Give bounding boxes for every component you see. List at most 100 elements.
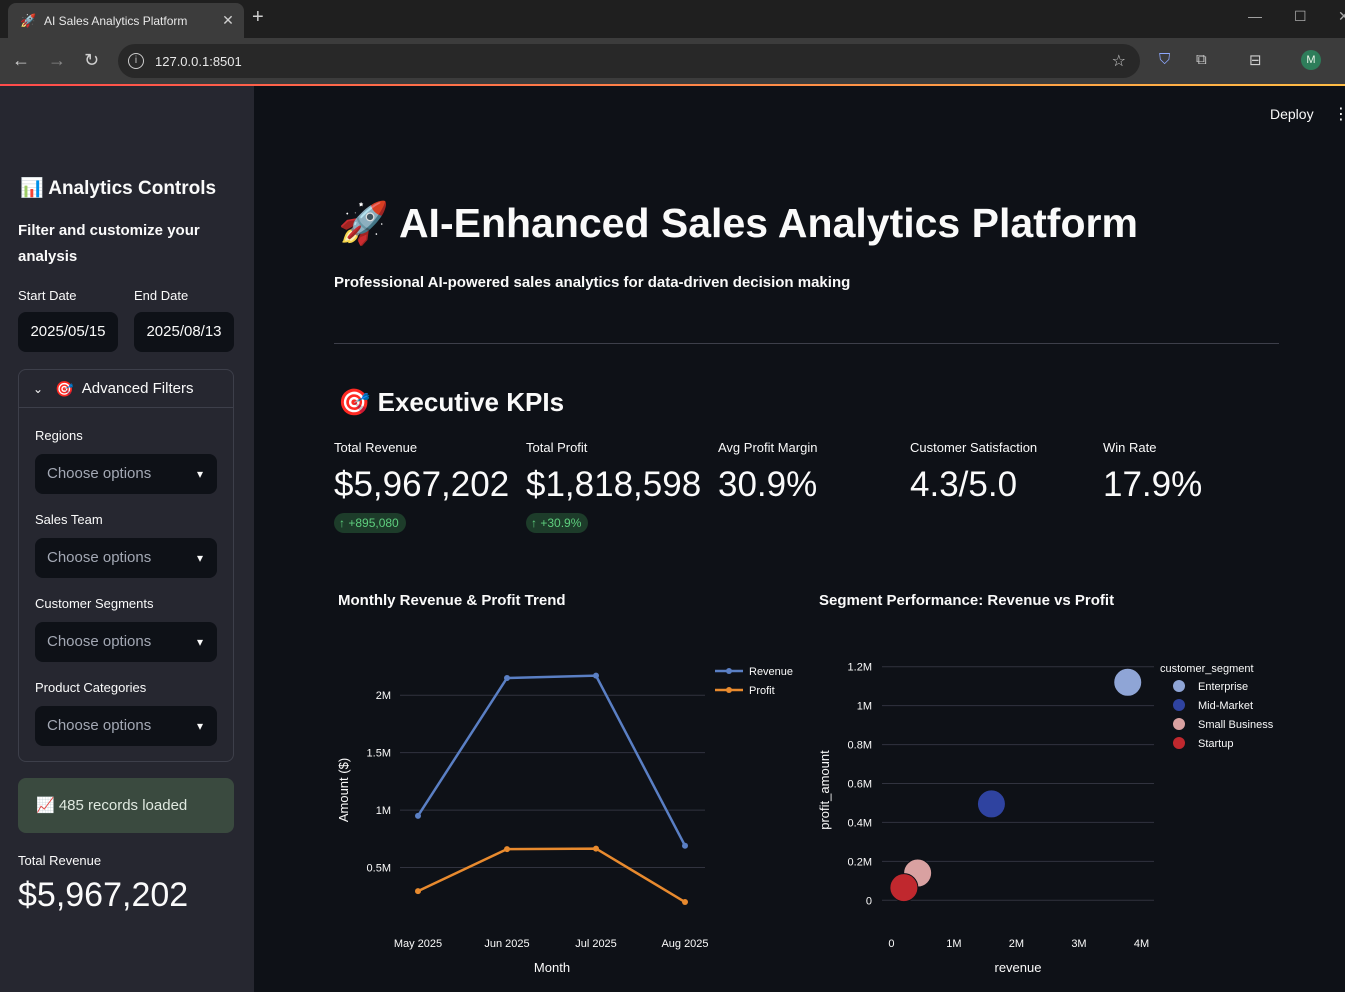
- customer-segments-multiselect[interactable]: Choose options ▾: [35, 622, 217, 662]
- data-point: [593, 672, 599, 679]
- x-tick-label: 3M: [1071, 938, 1086, 950]
- chevron-down-icon: ▾: [196, 635, 203, 649]
- extensions-puzzle-icon[interactable]: ⧉: [1196, 51, 1207, 68]
- sidebar-metric-value: $5,967,202: [18, 876, 189, 914]
- y-tick-label: 0.8M: [848, 740, 872, 752]
- main-menu-icon[interactable]: ⋮: [1333, 104, 1345, 124]
- profile-avatar[interactable]: M: [1301, 50, 1321, 70]
- regions-placeholder: Choose options: [47, 465, 152, 482]
- kpi-label: Win Rate: [1103, 440, 1157, 455]
- arrow-up-icon: ↑: [339, 516, 349, 530]
- data-point: [682, 842, 688, 849]
- legend-marker: [1173, 699, 1185, 711]
- chevron-down-icon: ⌄: [33, 381, 44, 396]
- data-point: [504, 674, 510, 681]
- y-tick-label: 0.6M: [848, 779, 872, 791]
- start-date-input[interactable]: 2025/05/15: [18, 312, 118, 352]
- customer-segments-label: Customer Segments: [35, 596, 154, 611]
- x-axis-title: revenue: [995, 960, 1042, 975]
- divider: [334, 343, 1279, 344]
- y-tick-label: 0: [866, 895, 872, 907]
- kpi-value: 30.9%: [718, 465, 818, 504]
- kpi-delta-text: +895,080: [348, 516, 399, 530]
- customer-segments-placeholder: Choose options: [47, 633, 152, 650]
- kpi-value: $5,967,202: [334, 465, 510, 504]
- address-bar[interactable]: i 127.0.0.1:8501 ☆: [118, 44, 1140, 78]
- data-point: [682, 899, 688, 906]
- data-point: [415, 812, 421, 819]
- kpi-total-profit: Total Profit $1,818,598 ↑ +30.9%: [526, 440, 701, 533]
- y-tick-label: 2M: [376, 690, 391, 702]
- kpi-value: 4.3/5.0: [910, 465, 1018, 504]
- legend-marker: [1173, 737, 1185, 749]
- kpi-delta-text: +30.9%: [540, 516, 582, 530]
- tab-title: AI Sales Analytics Platform: [44, 13, 188, 28]
- kpi-label: Customer Satisfaction: [910, 440, 1038, 455]
- close-icon[interactable]: ✕: [218, 12, 238, 29]
- kpi-delta: ↑ +895,080: [334, 513, 406, 533]
- rocket-icon: 🚀: [338, 200, 390, 246]
- legend-label: Enterprise: [1198, 681, 1248, 693]
- data-point: [593, 845, 599, 852]
- legend-label: Profit: [749, 685, 775, 697]
- end-date-input[interactable]: 2025/08/13: [134, 312, 234, 352]
- segment-scatter-chart[interactable]: 0 0.2M 0.4M 0.6M 0.8M 1M 1.2M 0 1M 2M 3M 4M revenue p…: [812, 640, 1292, 985]
- browser-toolbar: ← → ↻ i 127.0.0.1:8501 ☆ ⛉ ⧉ ⊟ M: [0, 38, 1345, 84]
- regions-multiselect[interactable]: Choose options ▾: [35, 454, 217, 494]
- records-loaded-info: 📈 485 records loaded: [18, 778, 234, 833]
- target-icon: 🎯: [338, 387, 371, 417]
- legend-marker: [1173, 680, 1185, 692]
- legend-label: Mid-Market: [1198, 700, 1253, 712]
- product-categories-placeholder: Choose options: [47, 717, 152, 734]
- legend-marker: [1173, 718, 1185, 730]
- target-icon: 🎯: [55, 380, 74, 398]
- kpi-value: $1,818,598: [526, 465, 702, 504]
- revenue-profit-line-chart[interactable]: 0.5M 1M 1.5M 2M May 2025 Jun 2025 Jul 2025 Aug …: [330, 640, 810, 985]
- sales-team-multiselect[interactable]: Choose options ▾: [35, 538, 217, 578]
- series-line-profit: [417, 847, 686, 904]
- y-tick-label: 1M: [857, 701, 872, 713]
- arrow-up-icon: ↑: [531, 516, 541, 530]
- y-tick-label: 0.2M: [848, 856, 872, 868]
- kpi-win-rate: Win Rate 17.9%: [1103, 440, 1202, 505]
- window-close-icon[interactable]: ✕: [1338, 8, 1345, 25]
- advanced-filters-header[interactable]: ⌄ 🎯 Advanced Filters: [19, 370, 233, 408]
- product-categories-multiselect[interactable]: Choose options ▾: [35, 706, 217, 746]
- x-tick-label: May 2025: [394, 938, 442, 950]
- browser-tab[interactable]: 🚀 AI Sales Analytics Platform ✕: [8, 3, 244, 38]
- x-tick-label: Aug 2025: [661, 938, 708, 950]
- legend-marker: [726, 687, 732, 693]
- tab-search-icon[interactable]: ⊟: [1249, 51, 1262, 69]
- minimize-icon[interactable]: —: [1248, 8, 1262, 24]
- bookmark-star-icon[interactable]: ☆: [1112, 51, 1126, 71]
- sidebar-subtitle: Filter and customize your analysis: [18, 222, 200, 265]
- x-tick-label: 1M: [946, 938, 961, 950]
- y-tick-label: 0.5M: [367, 863, 391, 875]
- site-info-icon[interactable]: i: [128, 53, 144, 69]
- new-tab-icon[interactable]: +: [252, 6, 264, 29]
- sidebar-title: 📊 Analytics Controls: [20, 178, 217, 199]
- x-tick-label: 0: [888, 938, 894, 950]
- back-icon[interactable]: ←: [12, 50, 30, 71]
- chevron-down-icon: ▾: [196, 719, 203, 733]
- sidebar-metric-label: Total Revenue: [18, 853, 102, 868]
- regions-label: Regions: [35, 428, 83, 443]
- kpi-value: 17.9%: [1103, 465, 1203, 504]
- maximize-icon[interactable]: ☐: [1294, 8, 1307, 25]
- product-categories-label: Product Categories: [35, 680, 147, 695]
- kpi-label: Total Profit: [526, 440, 588, 455]
- data-point: [415, 888, 421, 895]
- kpi-avg-profit-margin: Avg Profit Margin 30.9%: [718, 440, 817, 505]
- bubble-startup: [889, 873, 919, 903]
- kpi-customer-satisfaction: Customer Satisfaction 4.3/5.0: [910, 440, 1037, 505]
- deploy-button[interactable]: Deploy: [1270, 106, 1314, 122]
- trend-chart-title: Monthly Revenue & Profit Trend: [338, 592, 566, 609]
- y-tick-label: 1.2M: [848, 662, 872, 674]
- advanced-filters-label: Advanced Filters: [81, 380, 194, 397]
- forward-icon[interactable]: →: [48, 50, 66, 71]
- url-text[interactable]: 127.0.0.1:8501: [155, 54, 1112, 69]
- shield-extension-icon[interactable]: ⛉: [1159, 51, 1170, 68]
- reload-icon[interactable]: ↻: [84, 50, 99, 71]
- bubble-mid-market: [976, 789, 1006, 819]
- kpi-delta: ↑ +30.9%: [526, 513, 589, 533]
